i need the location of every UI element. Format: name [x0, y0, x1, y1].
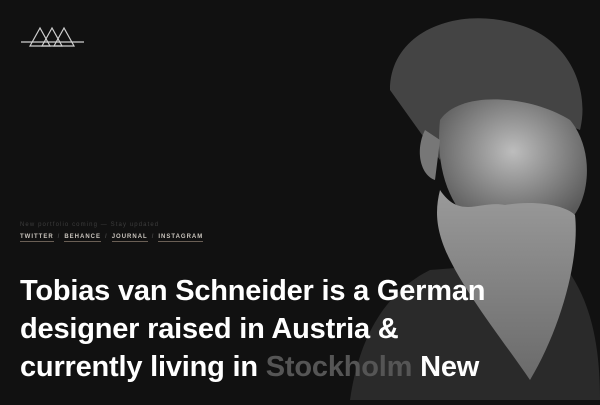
headline: Tobias van Schneider is a German designe… — [20, 272, 490, 386]
triangles-logo-icon — [21, 26, 84, 47]
headline-text-rest: New — [412, 351, 480, 383]
separator: / — [151, 234, 155, 240]
social-links: TWITTER / BEHANCE / JOURNAL / INSTAGRAM — [20, 234, 204, 242]
behance-link[interactable]: BEHANCE — [64, 234, 102, 242]
separator: / — [57, 234, 61, 240]
separator: / — [105, 234, 108, 240]
tagline: New portfolio coming — Stay updated — [20, 222, 160, 228]
instagram-link[interactable]: INSTAGRAM — [158, 234, 204, 242]
twitter-link[interactable]: TWITTER — [20, 234, 54, 242]
logo[interactable] — [18, 22, 88, 57]
journal-link[interactable]: JOURNAL — [111, 234, 148, 242]
headline-location: Stockholm — [265, 351, 413, 383]
